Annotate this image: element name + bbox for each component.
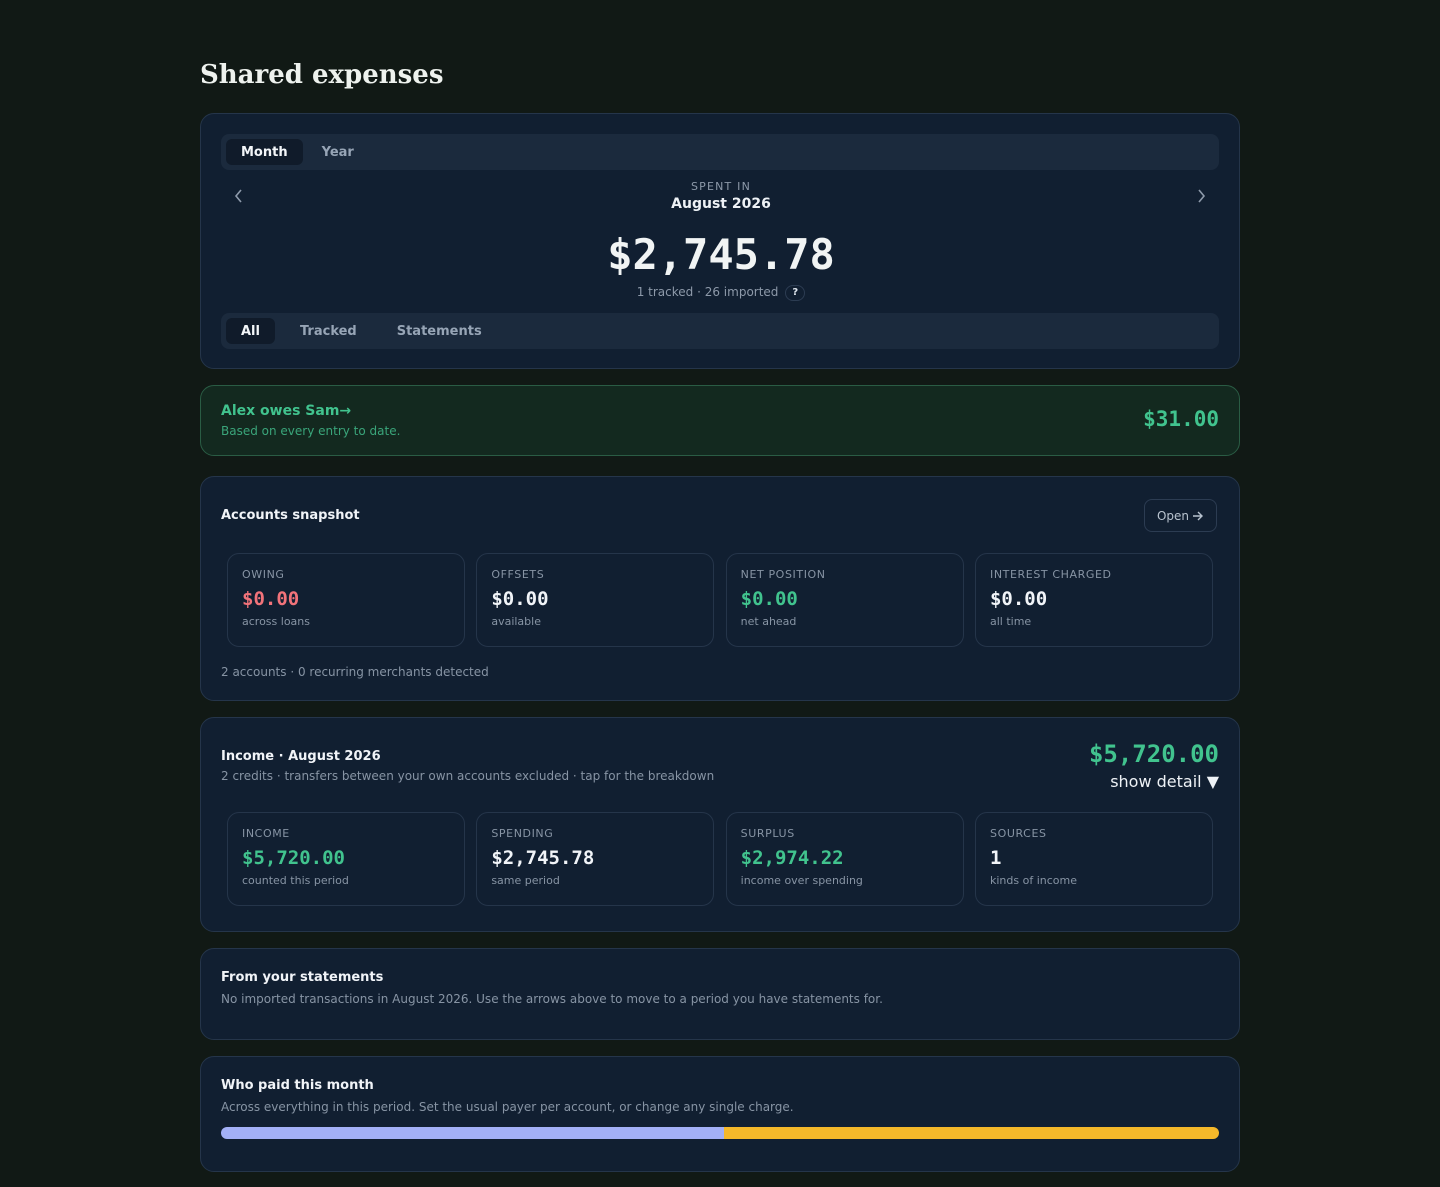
statements-subtitle: No imported transactions in August 2026.… [221, 992, 883, 1006]
net-position-tile: NET POSITION $0.00 net ahead [725, 553, 964, 647]
page-title: Shared expenses [200, 60, 444, 90]
tab-statements[interactable]: Statements [382, 318, 497, 344]
accounts-title: Accounts snapshot [221, 508, 360, 523]
surplus-tile: SURPLUS $2,974.22 income over spending [725, 812, 964, 906]
accounts-tiles: OWING $0.00 across loans OFFSETS $0.00 a… [227, 553, 1213, 647]
tile-label: NET POSITION [740, 568, 826, 581]
tile-note: available [491, 615, 541, 628]
period-label: August 2026 [671, 196, 771, 212]
open-label: Open [1156, 508, 1189, 523]
tile-label: SPENDING [491, 827, 554, 840]
spent-in-label: SPENT IN [690, 180, 752, 193]
entry-counts: 1 tracked · 26 imported ? [201, 285, 1241, 301]
settlement-title[interactable]: Alex owes Sam→ [221, 403, 351, 419]
tile-label: OWING [242, 568, 285, 581]
tab-tracked[interactable]: Tracked [285, 318, 372, 344]
counts-text: 1 tracked · 26 imported [636, 285, 779, 299]
tile-value: $0.00 [491, 588, 549, 610]
owing-tile: OWING $0.00 across loans [227, 553, 465, 647]
spending-summary-card: Month Year SPENT IN August 2026 $2,745.7… [200, 113, 1240, 369]
tile-note: kinds of income [989, 874, 1077, 887]
tile-value: $2,745.78 [491, 847, 595, 869]
who-paid-title: Who paid this month [221, 1078, 374, 1093]
settlement-subtitle: Based on every entry to date. [221, 424, 401, 438]
tile-note: income over spending [740, 874, 863, 887]
tile-value: $0.00 [242, 588, 300, 610]
tile-value: 1 [989, 847, 1002, 869]
statements-card: From your statements No imported transac… [200, 948, 1240, 1040]
sources-tile: SOURCES 1 kinds of income [974, 812, 1213, 906]
interest-charged-tile: INTEREST CHARGED $0.00 all time [974, 553, 1213, 647]
tile-value: $2,974.22 [740, 847, 844, 869]
payer-b-share [723, 1127, 1219, 1139]
settlement-text: Alex owes Sam [221, 403, 340, 419]
statements-title: From your statements [221, 970, 384, 985]
arrow-right-icon [1193, 511, 1203, 520]
who-paid-subtitle: Across everything in this period. Set th… [221, 1100, 794, 1114]
spending-tile: SPENDING $2,745.78 same period [476, 812, 715, 906]
tab-year[interactable]: Year [307, 139, 369, 165]
show-detail-toggle[interactable]: show detail ▼ [1110, 772, 1219, 791]
settlement-amount: $31.00 [1143, 407, 1219, 431]
total-spent: $2,745.78 [607, 230, 835, 279]
income-tiles: INCOME $5,720.00 counted this period SPE… [227, 812, 1213, 906]
period-toggle: Month Year [221, 134, 1219, 170]
income-title: Income · August 2026 [221, 749, 381, 764]
accounts-snapshot-card: Accounts snapshot Open OWING $0.00 acros… [200, 476, 1240, 701]
tile-label: INTEREST CHARGED [989, 568, 1112, 581]
who-paid-card: Who paid this month Across everything in… [200, 1056, 1240, 1172]
tile-note: across loans [242, 615, 310, 628]
payer-split-bar [221, 1127, 1219, 1139]
tile-label: SURPLUS [740, 827, 795, 840]
tile-label: OFFSETS [491, 568, 545, 581]
income-tile: INCOME $5,720.00 counted this period [227, 812, 465, 906]
source-filter: All Tracked Statements [221, 313, 1219, 349]
tile-note: all time [989, 615, 1032, 628]
tab-month[interactable]: Month [226, 139, 303, 165]
settlement-banner[interactable]: Alex owes Sam→ Based on every entry to d… [200, 385, 1240, 456]
tab-all[interactable]: All [226, 318, 275, 344]
offsets-tile: OFFSETS $0.00 available [476, 553, 715, 647]
tile-note: same period [491, 874, 560, 887]
open-accounts-button[interactable]: Open [1143, 499, 1217, 532]
help-icon[interactable]: ? [785, 285, 806, 301]
tile-label: SOURCES [989, 827, 1047, 840]
income-amount: $5,720.00 [1088, 740, 1219, 768]
tile-value: $0.00 [989, 588, 1048, 610]
tile-value: $0.00 [740, 588, 798, 610]
payer-a-share [221, 1127, 724, 1139]
accounts-footer: 2 accounts · 0 recurring merchants detec… [221, 665, 489, 679]
income-card[interactable]: Income · August 2026 2 credits · transfe… [200, 717, 1240, 932]
tile-note: counted this period [242, 874, 349, 887]
arrow-right-icon: → [339, 403, 352, 419]
tile-label: INCOME [242, 827, 290, 840]
tile-note: net ahead [740, 615, 797, 628]
income-subtitle: 2 credits · transfers between your own a… [221, 769, 715, 783]
tile-value: $5,720.00 [242, 847, 345, 869]
